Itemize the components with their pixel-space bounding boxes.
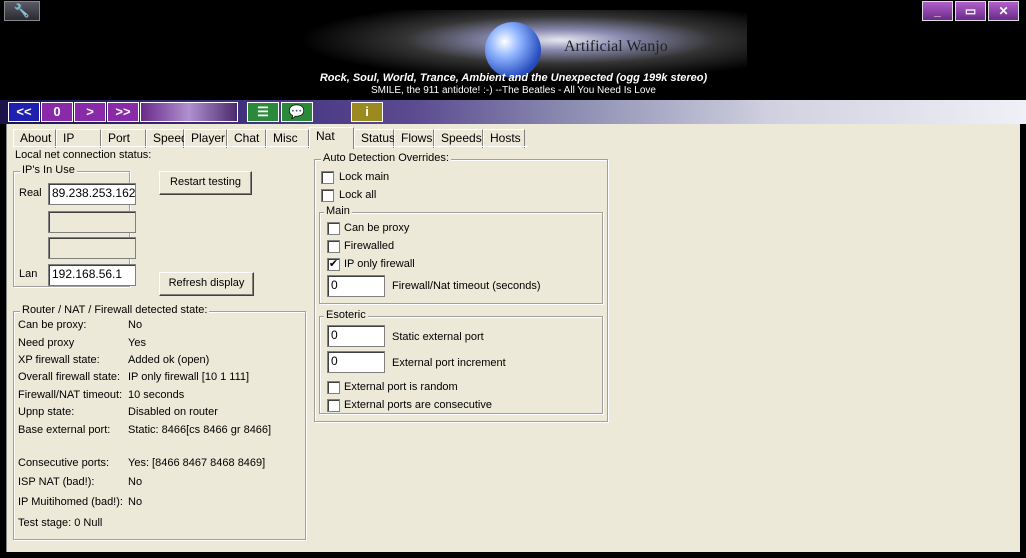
minimize-button[interactable]: _ — [922, 1, 953, 21]
ip-only-firewall-checkbox[interactable]: ✔ — [327, 258, 340, 271]
previous-button[interactable]: << — [8, 102, 40, 122]
nat-timeout-label: Firewall/NAT timeout: — [18, 389, 123, 401]
need-proxy-label: Need proxy — [18, 337, 75, 349]
main-group: Main Can be proxy Firewalled ✔ IP only f… — [319, 205, 603, 304]
auto-detection-overrides-group: Auto Detection Overrides: Lock main Lock… — [314, 152, 608, 422]
refresh-display-button[interactable]: Refresh display — [159, 272, 254, 296]
xp-firewall-value: Added ok (open) — [128, 354, 210, 366]
fast-forward-button[interactable]: >> — [107, 102, 139, 122]
ips-in-use-group: IP's In Use Real 89.238.253.162 Lan 192.… — [13, 164, 136, 287]
playlist-icon[interactable]: ☰ — [247, 102, 279, 122]
real-ip-label: Real — [19, 187, 42, 199]
restore-button[interactable]: ▭ — [955, 1, 986, 21]
base-port-label: Base external port: — [18, 424, 111, 436]
zero-button[interactable]: 0 — [41, 102, 73, 122]
firewalled-checkbox[interactable] — [327, 240, 340, 253]
ips-in-use-legend: IP's In Use — [20, 164, 77, 176]
can-be-proxy-label: Can be proxy: — [18, 319, 87, 331]
main-legend: Main — [324, 205, 352, 217]
tab-divider — [13, 146, 528, 147]
overall-firewall-label: Overall firewall state: — [18, 371, 121, 383]
next-button[interactable]: > — [74, 102, 106, 122]
static-port-label: Static external port — [392, 331, 484, 343]
info-button[interactable]: i — [351, 102, 383, 122]
upnp-state-label: Upnp state: — [18, 406, 75, 418]
local-status-heading: Local net connection status: — [15, 149, 152, 161]
isp-nat-label: ISP NAT (bad!): — [18, 476, 95, 488]
static-port-input[interactable]: 0 — [327, 325, 385, 347]
lan-ip-label: Lan — [19, 268, 38, 280]
overall-firewall-value: IP only firewall [10 1 111] — [128, 371, 250, 383]
station-title: Artificial Wanjo — [564, 38, 668, 55]
port-random-checkbox[interactable] — [327, 381, 340, 394]
multihomed-label: IP Muitihomed (bad!): — [18, 496, 123, 508]
esoteric-legend: Esoteric — [324, 309, 368, 321]
router-state-group: Router / NAT / Firewall detected state: … — [13, 304, 306, 540]
upnp-state-value: Disabled on router — [128, 406, 218, 418]
nat-timeout-option: Firewall/Nat timeout (seconds) — [392, 280, 541, 292]
lock-all-label: Lock all — [339, 189, 377, 201]
restart-testing-button[interactable]: Restart testing — [159, 171, 252, 195]
tab-nat[interactable]: Nat — [309, 127, 354, 149]
port-random-label: External port is random — [344, 381, 458, 393]
ip-field-2[interactable] — [48, 211, 136, 233]
player-toolbar: << 0 > >> ☰ 💬 i — [0, 100, 1026, 124]
banner: Artificial Wanjo Rock, Soul, World, Tran… — [280, 10, 747, 98]
base-port-value: Static: 8466[cs 8466 gr 8466] — [128, 424, 272, 436]
nat-timeout-input[interactable]: 0 — [327, 275, 385, 297]
router-state-legend: Router / NAT / Firewall detected state: — [20, 304, 210, 316]
ports-consecutive-checkbox[interactable] — [327, 399, 340, 412]
can-be-proxy-checkbox[interactable] — [327, 222, 340, 235]
real-ip-field[interactable]: 89.238.253.162 — [48, 183, 136, 205]
esoteric-group: Esoteric 0 Static external port 0 Extern… — [319, 309, 603, 414]
station-quote: SMILE, the 911 antidote! :-) --The Beatl… — [371, 85, 656, 96]
ports-consecutive-label: External ports are consecutive — [344, 399, 492, 411]
need-proxy-value: Yes — [128, 337, 146, 349]
ip-field-3[interactable] — [48, 237, 136, 259]
visualizer-strip — [140, 102, 238, 122]
xp-firewall-label: XP firewall state: — [18, 354, 100, 366]
nat-timeout-value: 10 seconds — [128, 389, 185, 401]
firewalled-option: Firewalled — [344, 240, 395, 252]
now-playing: Rock, Soul, World, Trance, Ambient and t… — [319, 72, 708, 84]
overrides-legend: Auto Detection Overrides: — [321, 152, 451, 164]
ip-only-firewall-option: IP only firewall — [344, 258, 415, 270]
port-increment-label: External port increment — [392, 357, 506, 369]
globe-logo — [485, 22, 541, 78]
title-bar: 🔧 Artificial Wanjo Rock, Soul, World, Tr… — [0, 0, 1026, 100]
close-button[interactable]: ✕ — [988, 1, 1019, 21]
chat-bubble-icon[interactable]: 💬 — [281, 102, 313, 122]
multihomed-value: No — [128, 496, 143, 508]
can-be-proxy-value: No — [128, 319, 143, 331]
port-increment-input[interactable]: 0 — [327, 351, 385, 373]
can-be-proxy-option: Can be proxy — [344, 222, 410, 234]
lan-ip-field[interactable]: 192.168.56.1 — [48, 264, 136, 286]
isp-nat-value: No — [128, 476, 143, 488]
nat-panel: About IP Port Speed Player Chat Misc Nat… — [6, 124, 1020, 552]
test-stage: Test stage: 0 Null — [18, 517, 103, 529]
lock-all-checkbox[interactable] — [321, 189, 334, 202]
lock-main-label: Lock main — [339, 171, 390, 183]
wrench-icon[interactable]: 🔧 — [4, 1, 40, 21]
consecutive-ports-value: Yes: [8466 8467 8468 8469] — [128, 457, 266, 469]
lock-main-checkbox[interactable] — [321, 171, 334, 184]
consecutive-ports-label: Consecutive ports: — [18, 457, 110, 469]
